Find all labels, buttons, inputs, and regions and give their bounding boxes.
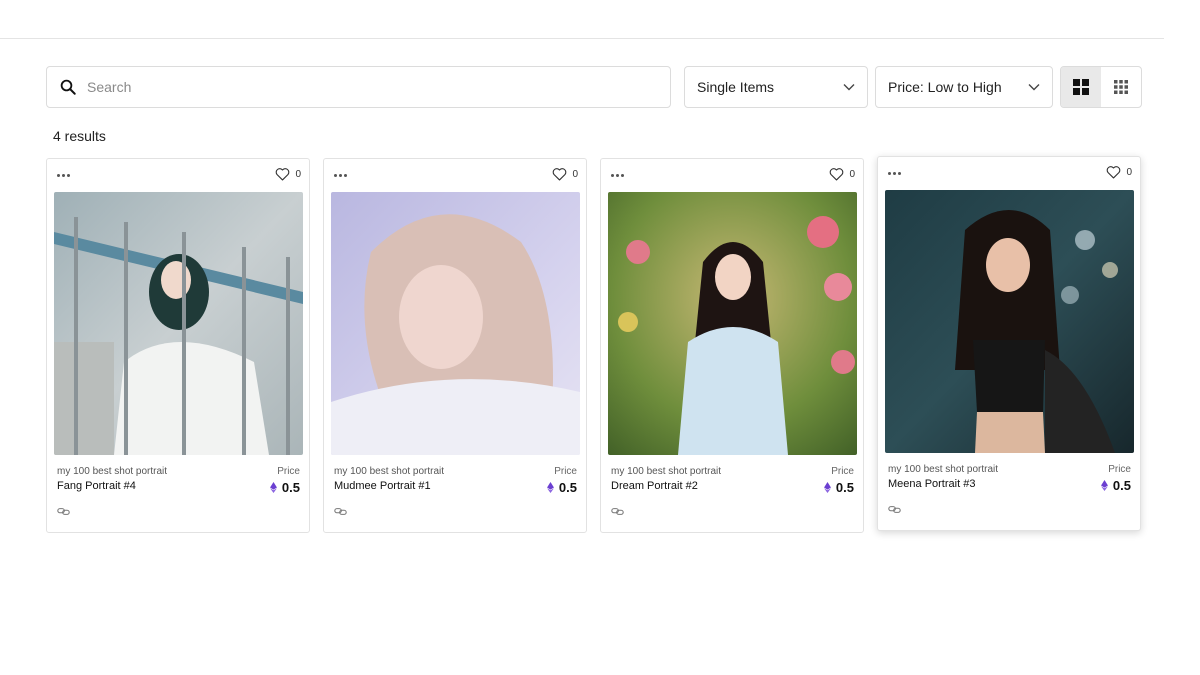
header-divider bbox=[0, 38, 1164, 39]
nft-image[interactable] bbox=[54, 192, 303, 455]
heart-icon bbox=[276, 168, 290, 181]
item-type-select[interactable]: Single Items bbox=[684, 66, 868, 108]
sort-value: Price: Low to High bbox=[888, 79, 1002, 95]
heart-icon bbox=[1107, 166, 1121, 179]
heart-icon bbox=[830, 168, 844, 181]
filter-toolbar: Single Items Price: Low to High bbox=[46, 66, 1142, 108]
link-icon[interactable] bbox=[57, 507, 70, 516]
price: 0.5 bbox=[269, 480, 300, 495]
price: 0.5 bbox=[823, 480, 854, 495]
nft-card[interactable]: 0 my 100 best shot portrait Dream Portra… bbox=[600, 158, 864, 533]
price-value: 0.5 bbox=[835, 480, 854, 495]
price-value: 0.5 bbox=[558, 480, 577, 495]
results-count: 4 results bbox=[53, 128, 106, 144]
nft-image[interactable] bbox=[608, 192, 857, 455]
nft-title: Mudmee Portrait #1 bbox=[334, 480, 431, 492]
nft-card[interactable]: 0 my 100 best shot portrait Meena Portra… bbox=[877, 156, 1141, 531]
large-grid-view-button[interactable] bbox=[1061, 67, 1101, 107]
search-icon bbox=[60, 79, 76, 95]
more-options-icon[interactable] bbox=[611, 171, 627, 179]
price: 0.5 bbox=[546, 480, 577, 495]
collection-name: my 100 best shot portrait bbox=[611, 466, 722, 477]
like-count: 0 bbox=[572, 168, 578, 180]
chevron-down-icon bbox=[843, 84, 855, 91]
small-grid-icon bbox=[1114, 80, 1128, 94]
sort-select[interactable]: Price: Low to High bbox=[875, 66, 1053, 108]
search-box[interactable] bbox=[46, 66, 671, 108]
ethereum-icon bbox=[823, 482, 831, 493]
more-options-icon[interactable] bbox=[57, 171, 73, 179]
nft-card[interactable]: 0 my 100 best shot portrait Fang Portrai… bbox=[46, 158, 310, 533]
small-grid-view-button[interactable] bbox=[1101, 67, 1141, 107]
link-icon[interactable] bbox=[611, 507, 624, 516]
like-button[interactable]: 0 bbox=[1106, 165, 1132, 179]
ethereum-icon bbox=[269, 482, 277, 493]
large-grid-icon bbox=[1073, 79, 1089, 95]
price-label: Price bbox=[831, 466, 854, 477]
price-label: Price bbox=[277, 466, 300, 477]
chevron-down-icon bbox=[1028, 84, 1040, 91]
price-value: 0.5 bbox=[281, 480, 300, 495]
nft-title: Fang Portrait #4 bbox=[57, 480, 136, 492]
like-count: 0 bbox=[849, 168, 855, 180]
collection-name: my 100 best shot portrait bbox=[57, 466, 168, 477]
like-button[interactable]: 0 bbox=[552, 167, 578, 181]
like-count: 0 bbox=[1126, 166, 1132, 178]
price: 0.5 bbox=[1100, 478, 1131, 493]
price-label: Price bbox=[1108, 464, 1131, 475]
link-icon[interactable] bbox=[888, 505, 901, 514]
like-button[interactable]: 0 bbox=[275, 167, 301, 181]
like-button[interactable]: 0 bbox=[829, 167, 855, 181]
nft-card[interactable]: 0 my 100 best shot portrait Mudmee Portr… bbox=[323, 158, 587, 533]
collection-name: my 100 best shot portrait bbox=[888, 464, 999, 475]
nft-title: Meena Portrait #3 bbox=[888, 478, 976, 490]
ethereum-icon bbox=[546, 482, 554, 493]
collection-name: my 100 best shot portrait bbox=[334, 466, 445, 477]
link-icon[interactable] bbox=[334, 507, 347, 516]
more-options-icon[interactable] bbox=[334, 171, 350, 179]
search-input[interactable] bbox=[87, 79, 647, 95]
ethereum-icon bbox=[1100, 480, 1108, 491]
price-value: 0.5 bbox=[1112, 478, 1131, 493]
item-type-value: Single Items bbox=[697, 79, 775, 95]
heart-icon bbox=[553, 168, 567, 181]
view-toggle bbox=[1060, 66, 1142, 108]
nft-title: Dream Portrait #2 bbox=[611, 480, 698, 492]
price-label: Price bbox=[554, 466, 577, 477]
more-options-icon[interactable] bbox=[888, 169, 904, 177]
nft-image[interactable] bbox=[331, 192, 580, 455]
like-count: 0 bbox=[295, 168, 301, 180]
nft-image[interactable] bbox=[885, 190, 1134, 453]
